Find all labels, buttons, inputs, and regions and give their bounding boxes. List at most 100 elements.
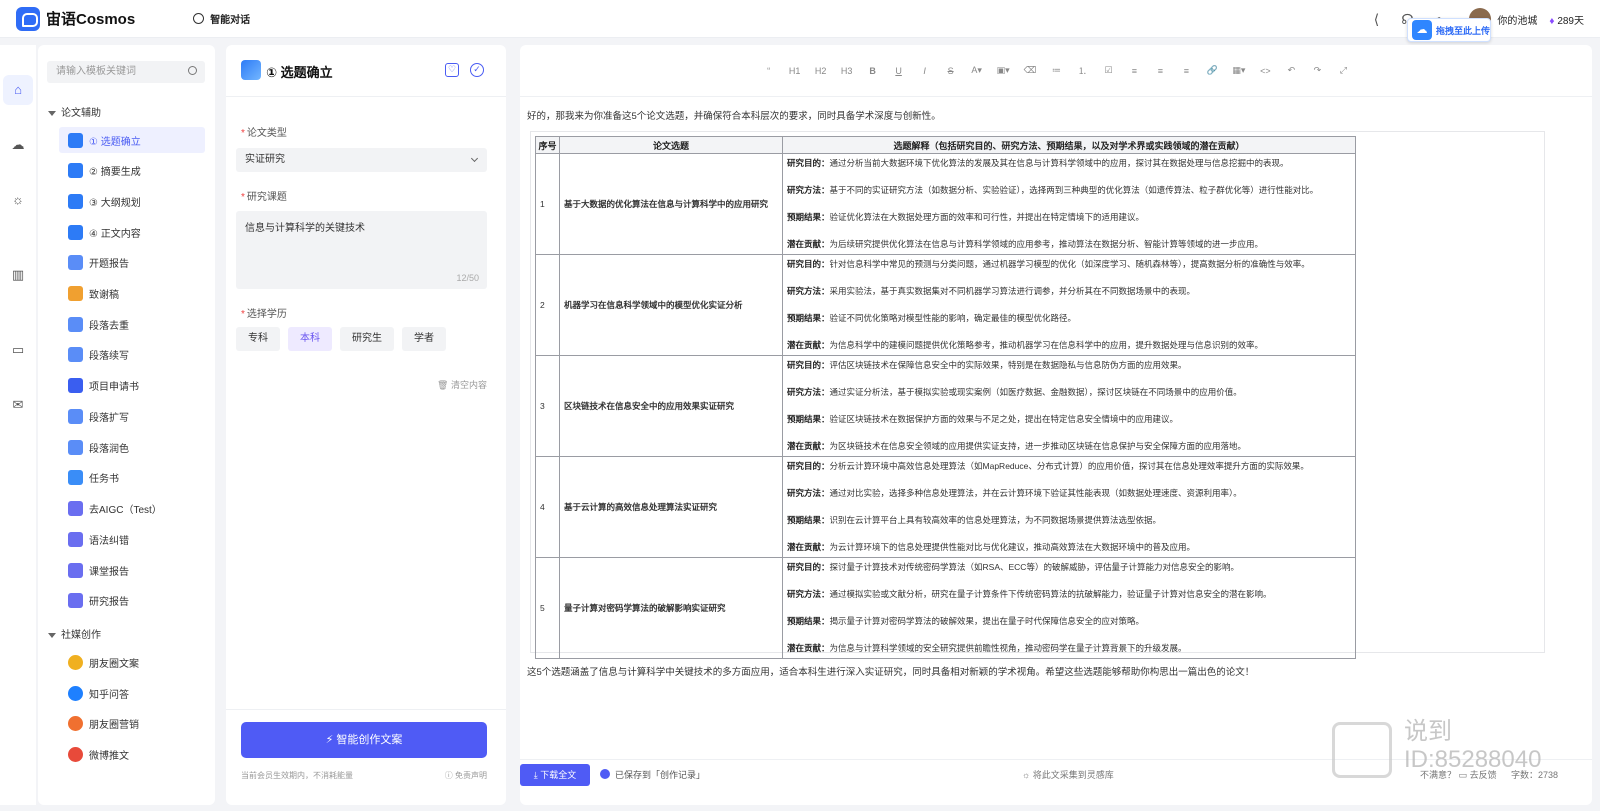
saved-status[interactable]: 已保存到「创作记录」 [600, 768, 705, 781]
vip-badge[interactable]: ♦ 289天 [1549, 12, 1584, 27]
template-item[interactable]: 去AIGC（Test） [59, 495, 205, 521]
template-item[interactable]: 课堂报告 [59, 557, 205, 583]
method-line: 研究方法：通过对比实验，选择多种信息处理算法，并在云计算环境下验证其性能表现（如… [787, 487, 1351, 514]
table-icon[interactable]: ▦▾ [1232, 65, 1245, 76]
template-item[interactable]: 研究报告 [59, 587, 205, 613]
topic-textarea[interactable]: 信息与计算科学的关键技术 12/50 [236, 211, 487, 289]
bulb-icon: ☼ [1022, 770, 1033, 780]
italic-icon[interactable]: I [919, 66, 931, 76]
template-item[interactable]: 开题报告 [59, 249, 205, 275]
bold-icon[interactable]: B [867, 66, 879, 76]
redo-icon[interactable]: ↷ [1311, 65, 1323, 76]
template-item[interactable]: ③ 大纲规划 [59, 188, 205, 214]
code-icon[interactable]: <> [1259, 66, 1271, 76]
bulb-icon[interactable]: ☼ [10, 192, 26, 208]
template-search-input[interactable]: 请输入模板关键词 [47, 61, 205, 83]
row-number: 3 [535, 355, 560, 457]
task-list-icon[interactable]: ☑ [1102, 65, 1114, 76]
highlight-icon[interactable]: ▣▾ [997, 65, 1010, 76]
template-item[interactable]: 段落扩写 [59, 403, 205, 429]
template-item[interactable]: 段落润色 [59, 434, 205, 460]
topics-table[interactable]: 序号 论文选题 选题解释（包括研究目的、研究方法、预期结果，以及对学术界或实践领… [535, 136, 1356, 659]
row-explanation: 研究目的：探讨量子计算技术对传统密码学算法（如RSA、ECC等）的破解威胁，评估… [782, 557, 1356, 659]
template-item[interactable]: 致谢稿 [59, 280, 205, 306]
template-item[interactable]: ④ 正文内容 [59, 219, 205, 245]
align-left-icon[interactable]: ≡ [1128, 66, 1140, 76]
template-item[interactable]: 任务书 [59, 464, 205, 490]
intro-text[interactable]: 好的，那我来为你准备这5个论文选题，并确保符合本科层次的要求，同时具备学术深度与… [527, 108, 941, 122]
cloud-icon[interactable]: ☁ [10, 137, 26, 153]
strikethrough-icon[interactable]: S [945, 66, 957, 76]
edu-option[interactable]: 专科 [236, 327, 280, 351]
search-placeholder: 请输入模板关键词 [56, 66, 136, 77]
disclaimer-link[interactable]: ⓘ 免责声明 [445, 770, 487, 781]
upload-badge[interactable]: ☁ 拖拽至此上传 [1407, 18, 1491, 42]
nav-smart-chat[interactable]: 智能对话 [193, 11, 250, 26]
book-icon[interactable]: ▥ [10, 267, 26, 283]
template-item[interactable]: ② 摘要生成 [59, 157, 205, 183]
logo[interactable]: 宙语Cosmos [16, 6, 135, 31]
template-item[interactable]: 朋友圈文案 [59, 649, 205, 675]
bullet-list-icon[interactable]: ≔ [1050, 65, 1062, 76]
generate-button[interactable]: ⚡ 智能创作文案 [241, 722, 487, 758]
quote-icon[interactable]: “ [763, 66, 775, 76]
template-icon [68, 408, 83, 424]
home-icon[interactable]: ⌂ [3, 75, 33, 105]
edu-option[interactable]: 学者 [402, 327, 446, 351]
template-item[interactable]: 语法纠错 [59, 526, 205, 552]
group-thesis[interactable]: 论文辅助 [48, 104, 101, 119]
share-icon[interactable]: ⟨ [1368, 11, 1384, 27]
check-circle-icon[interactable]: ✓ [470, 63, 484, 77]
type-select[interactable]: 实证研究 [236, 148, 487, 172]
table-wrapper: 序号 论文选题 选题解释（包括研究目的、研究方法、预期结果，以及对学术界或实践领… [530, 131, 1545, 659]
outro-text[interactable]: 这5个选题涵盖了信息与计算科学中关键技术的多方面应用，适合本科生进行深入实证研究… [527, 664, 1254, 678]
monitor-icon[interactable]: ▭ [10, 342, 26, 358]
template-item[interactable]: ① 选题确立 [59, 127, 205, 153]
result-line: 预期结果：验证优化算法在大数据处理方面的效率和可行性，并提出在特定情境下的适用建… [787, 211, 1351, 238]
table-row: 3 区块链技术在信息安全中的应用效果实证研究 研究目的：评估区块链技术在保障信息… [535, 355, 1356, 457]
type-label: 论文类型 [241, 124, 287, 139]
group-social[interactable]: 社媒创作 [48, 626, 101, 641]
template-label: 段落续写 [89, 350, 129, 362]
line-label: 研究目的： [787, 461, 830, 471]
template-item[interactable]: 知乎问答 [59, 680, 205, 706]
template-item[interactable]: 微博推文 [59, 741, 205, 767]
underline-icon[interactable]: U [893, 66, 905, 76]
ordered-list-icon[interactable]: ⒈ [1076, 64, 1088, 77]
line-label: 潜在贡献： [787, 239, 830, 249]
undo-icon[interactable]: ↶ [1285, 65, 1297, 76]
align-center-icon[interactable]: ≡ [1154, 66, 1166, 76]
fullscreen-icon[interactable]: ⤢ [1337, 65, 1349, 76]
trash-icon: 🗑 [437, 380, 451, 390]
row-explanation: 研究目的：评估区块链技术在保障信息安全中的实际效果，特别是在数据隐私与信息防伪方… [782, 355, 1356, 457]
inbox-icon[interactable]: ✉ [10, 397, 26, 413]
watermark-line1: 说到 [1404, 718, 1452, 745]
template-item[interactable]: 段落去重 [59, 311, 205, 337]
edu-option[interactable]: 研究生 [340, 327, 394, 351]
eraser-icon[interactable]: ⌫ [1024, 65, 1037, 76]
cloud-upload-icon: ☁ [1412, 20, 1432, 40]
edu-option-selected[interactable]: 本科 [288, 327, 332, 351]
heart-icon[interactable]: ♡ [445, 63, 459, 77]
line-label: 潜在贡献： [787, 542, 830, 552]
download-button[interactable]: ⤓ 下载全文 [520, 764, 590, 786]
search-icon[interactable] [188, 66, 197, 75]
template-item[interactable]: 段落续写 [59, 341, 205, 367]
line-text: 验证优化算法在大数据处理方面的效率和可行性，并提出在特定情境下的适用建议。 [829, 212, 1145, 222]
template-label: 语法纠错 [89, 535, 129, 547]
clear-button[interactable]: 🗑 清空内容 [437, 378, 487, 391]
pool-label[interactable]: 你的池城 [1497, 12, 1537, 27]
align-right-icon[interactable]: ≡ [1180, 66, 1192, 76]
h3-button[interactable]: H3 [841, 66, 853, 76]
link-icon[interactable]: 🔗 [1206, 65, 1218, 76]
font-color-icon[interactable]: A▾ [971, 65, 983, 76]
template-icon [68, 500, 83, 516]
template-item[interactable]: 朋友圈营销 [59, 710, 205, 736]
line-label: 预期结果： [787, 212, 830, 222]
template-label: ③ 大纲规划 [89, 197, 141, 209]
h1-button[interactable]: H1 [789, 66, 801, 76]
collect-button[interactable]: ☼ 将此文采集到灵感库 [1022, 768, 1114, 781]
h2-button[interactable]: H2 [815, 66, 827, 76]
caret-down-icon [48, 110, 56, 116]
template-item[interactable]: 项目申请书 [59, 372, 205, 398]
